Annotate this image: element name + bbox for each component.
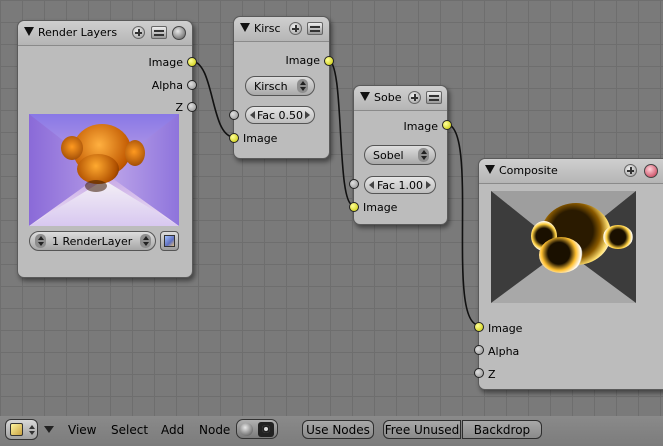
composite-nodes-icon[interactable] [258, 422, 274, 437]
render-layer-select[interactable]: 1 RenderLayer [29, 231, 156, 251]
collapse-triangle-icon[interactable] [485, 165, 495, 174]
preview-toggle-icon[interactable] [132, 26, 145, 39]
menu-view[interactable]: View [68, 423, 96, 437]
output-label-alpha: Alpha [151, 79, 183, 92]
input-label-z: Z [488, 368, 496, 381]
free-unused-button[interactable]: Free Unused [383, 420, 461, 439]
output-label-image: Image [403, 120, 438, 133]
input-socket-alpha[interactable] [474, 345, 484, 355]
composite-node[interactable]: Composite Image Alpha Z [474, 158, 663, 390]
render-layer-select-value: 1 RenderLayer [52, 235, 133, 248]
fac-value: Fac 0.50 [256, 109, 304, 122]
input-socket-fac[interactable] [229, 110, 239, 120]
output-socket-image[interactable] [324, 56, 334, 66]
up-down-icon [35, 234, 46, 248]
input-socket-image[interactable] [349, 202, 359, 212]
node-title: Kirsc [254, 22, 281, 35]
input-label-alpha: Alpha [488, 345, 520, 358]
options-icon[interactable] [151, 26, 167, 39]
menu-node[interactable]: Node [199, 423, 230, 437]
use-nodes-button[interactable]: Use Nodes [302, 420, 374, 439]
preview-toggle-icon[interactable] [289, 22, 302, 35]
sphere-icon[interactable] [644, 164, 658, 178]
composite-preview-image [491, 191, 636, 303]
node-editor-icon [10, 423, 23, 436]
collapse-triangle-icon[interactable] [24, 27, 34, 36]
node-header[interactable]: Render Layers [18, 21, 192, 46]
output-label-image: Image [148, 56, 183, 69]
fac-slider[interactable]: Fac 0.50 [245, 106, 315, 124]
input-label-image: Image [363, 201, 398, 214]
input-label-image: Image [243, 132, 278, 145]
node-header[interactable]: Sobe [354, 86, 447, 111]
options-icon[interactable] [307, 22, 323, 35]
collapse-menu-icon[interactable] [44, 426, 54, 433]
input-socket-image[interactable] [474, 322, 484, 332]
fac-slider[interactable]: Fac 1.00 [364, 176, 436, 194]
material-nodes-icon[interactable] [240, 423, 253, 436]
node-header[interactable]: Composite [479, 159, 663, 184]
fac-value: Fac 1.00 [376, 179, 424, 192]
up-down-icon [140, 234, 151, 248]
up-down-icon [297, 79, 308, 93]
input-socket-image[interactable] [229, 133, 239, 143]
node-title: Sobe [374, 91, 402, 104]
sphere-icon[interactable] [172, 26, 186, 40]
output-socket-alpha[interactable] [187, 80, 197, 90]
up-down-icon [418, 148, 429, 162]
node-header[interactable]: Kirsc [234, 17, 329, 42]
backdrop-button[interactable]: Backdrop [462, 420, 542, 439]
collapse-triangle-icon[interactable] [360, 92, 370, 101]
collapse-triangle-icon[interactable] [240, 23, 250, 32]
sobel-filter-node[interactable]: Sobe Image Sobel Fac 1.00 Image [349, 85, 452, 225]
filter-type-value: Sobel [373, 149, 404, 162]
node-tree-type-toggle[interactable] [236, 419, 278, 439]
preview-toggle-icon[interactable] [408, 91, 421, 104]
kirsch-filter-node[interactable]: Kirsc Image Kirsch Fac 0.50 Image [229, 16, 334, 159]
filter-type-select[interactable]: Sobel [364, 145, 436, 165]
output-label-image: Image [285, 54, 320, 67]
input-socket-z[interactable] [474, 368, 484, 378]
down-arrow-icon [29, 431, 35, 435]
input-label-image: Image [488, 322, 523, 335]
filter-type-select[interactable]: Kirsch [245, 76, 315, 96]
output-socket-z[interactable] [187, 102, 197, 112]
options-icon[interactable] [426, 91, 442, 104]
input-socket-fac[interactable] [349, 179, 359, 189]
output-socket-image[interactable] [187, 57, 197, 67]
node-editor-header: View Select Add Node Use Nodes Free Unus… [0, 416, 663, 446]
menu-add[interactable]: Add [161, 423, 184, 437]
render-preview-image [29, 114, 179, 226]
output-socket-image[interactable] [442, 120, 452, 130]
node-title: Composite [499, 164, 558, 177]
output-label-z: Z [175, 101, 183, 114]
up-arrow-icon [29, 425, 35, 429]
image-icon[interactable] [160, 231, 179, 251]
menu-select[interactable]: Select [111, 423, 148, 437]
node-title: Render Layers [38, 26, 118, 39]
preview-toggle-icon[interactable] [624, 164, 637, 177]
editor-type-select[interactable] [5, 419, 38, 440]
filter-type-value: Kirsch [254, 80, 288, 93]
render-layers-node[interactable]: Render Layers Image Alpha Z 1 RenderLaye… [17, 20, 197, 278]
